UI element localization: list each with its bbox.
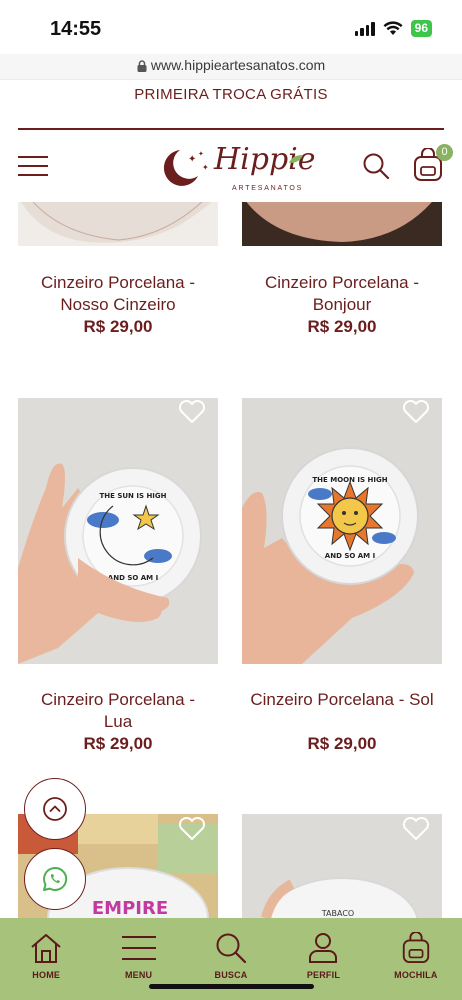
home-icon (31, 934, 61, 963)
heart-icon (402, 399, 430, 423)
status-time: 14:55 (50, 18, 102, 40)
promo-divider (18, 128, 444, 130)
url-text: www.hippieartesanatos.com (150, 57, 326, 73)
lock-icon (137, 60, 147, 72)
ashtray-text-top: EMPIRE (92, 898, 168, 918)
site-header: ✦ ✦ ✦ Hippie ARTESANATOS 0 (0, 138, 462, 202)
nav-label: MENU (124, 970, 153, 980)
whatsapp-button[interactable] (24, 848, 86, 910)
leaf-icon (289, 155, 303, 163)
nav-label: MOCHILA (394, 970, 438, 980)
product-price: R$ 29,00 (83, 317, 153, 336)
home-indicator (149, 984, 314, 989)
svg-text:✦: ✦ (188, 154, 196, 165)
product-image[interactable] (18, 196, 218, 246)
product-title[interactable]: Cinzeiro Porcelana - Bonjour (242, 272, 442, 316)
promo-banner: PRIMEIRA TROCA GRÁTIS (134, 86, 328, 103)
wifi-icon (383, 21, 403, 35)
product-image[interactable]: THE MOON IS HIGH AND SO AM I (242, 398, 442, 664)
svg-text:✦: ✦ (202, 163, 209, 172)
product-title[interactable]: Cinzeiro Porcelana - Lua (18, 689, 218, 733)
favorite-heart-button[interactable] (178, 399, 206, 429)
site-logo[interactable]: ✦ ✦ ✦ Hippie ARTESANATOS (158, 142, 316, 198)
favorite-heart-button[interactable] (402, 816, 430, 846)
svg-text:✦: ✦ (198, 150, 204, 158)
search-button[interactable] (362, 152, 390, 185)
backpack-icon (402, 932, 430, 964)
menu-icon (121, 936, 156, 960)
nav-home[interactable]: HOME (0, 918, 92, 1000)
search-icon (363, 153, 390, 180)
scroll-to-top-button[interactable] (24, 778, 86, 840)
ashtray-text-bottom: AND SO AM I (325, 552, 375, 560)
chevron-up-icon (43, 797, 67, 821)
moon-logo-icon: ✦ ✦ ✦ (163, 150, 209, 186)
product-price: R$ 29,00 (307, 734, 377, 753)
battery-indicator: 96 (410, 20, 432, 37)
search-icon (216, 933, 247, 964)
heart-icon (178, 816, 206, 840)
ashtray-text-top: THE MOON IS HIGH (312, 476, 387, 484)
product-price: R$ 29,00 (83, 734, 153, 753)
hamburger-menu-button[interactable] (18, 156, 48, 178)
favorite-heart-button[interactable] (402, 399, 430, 429)
product-price: R$ 29,00 (307, 317, 377, 336)
signal-icon (354, 21, 375, 36)
cart-count-badge: 0 (436, 144, 453, 161)
ashtray-text-top: THE SUN IS HIGH (99, 492, 166, 500)
logo-subtitle: ARTESANATOS (232, 185, 304, 192)
url-bar[interactable]: www.hippieartesanatos.com (0, 54, 462, 80)
product-image[interactable]: THE SUN IS HIGH AND SO AM I (18, 398, 218, 664)
status-bar: 14:55 96 (0, 0, 462, 54)
product-title[interactable]: Cinzeiro Porcelana - Nosso Cinzeiro (18, 272, 218, 316)
favorite-heart-button[interactable] (178, 816, 206, 846)
nav-label: BUSCA (214, 970, 248, 980)
user-icon (309, 933, 338, 963)
status-icons: 96 (354, 20, 432, 37)
nav-backpack[interactable]: MOCHILA (370, 918, 462, 1000)
backpack-cart-button[interactable]: 0 (412, 144, 453, 187)
ashtray-text-top: TABACO (321, 909, 354, 918)
nav-label: HOME (32, 970, 61, 980)
heart-icon (402, 816, 430, 840)
product-image[interactable] (242, 196, 442, 246)
nav-label: PERFIL (306, 970, 341, 980)
whatsapp-icon (43, 866, 68, 891)
heart-icon (178, 399, 206, 423)
product-title[interactable]: Cinzeiro Porcelana - Sol (234, 689, 450, 711)
